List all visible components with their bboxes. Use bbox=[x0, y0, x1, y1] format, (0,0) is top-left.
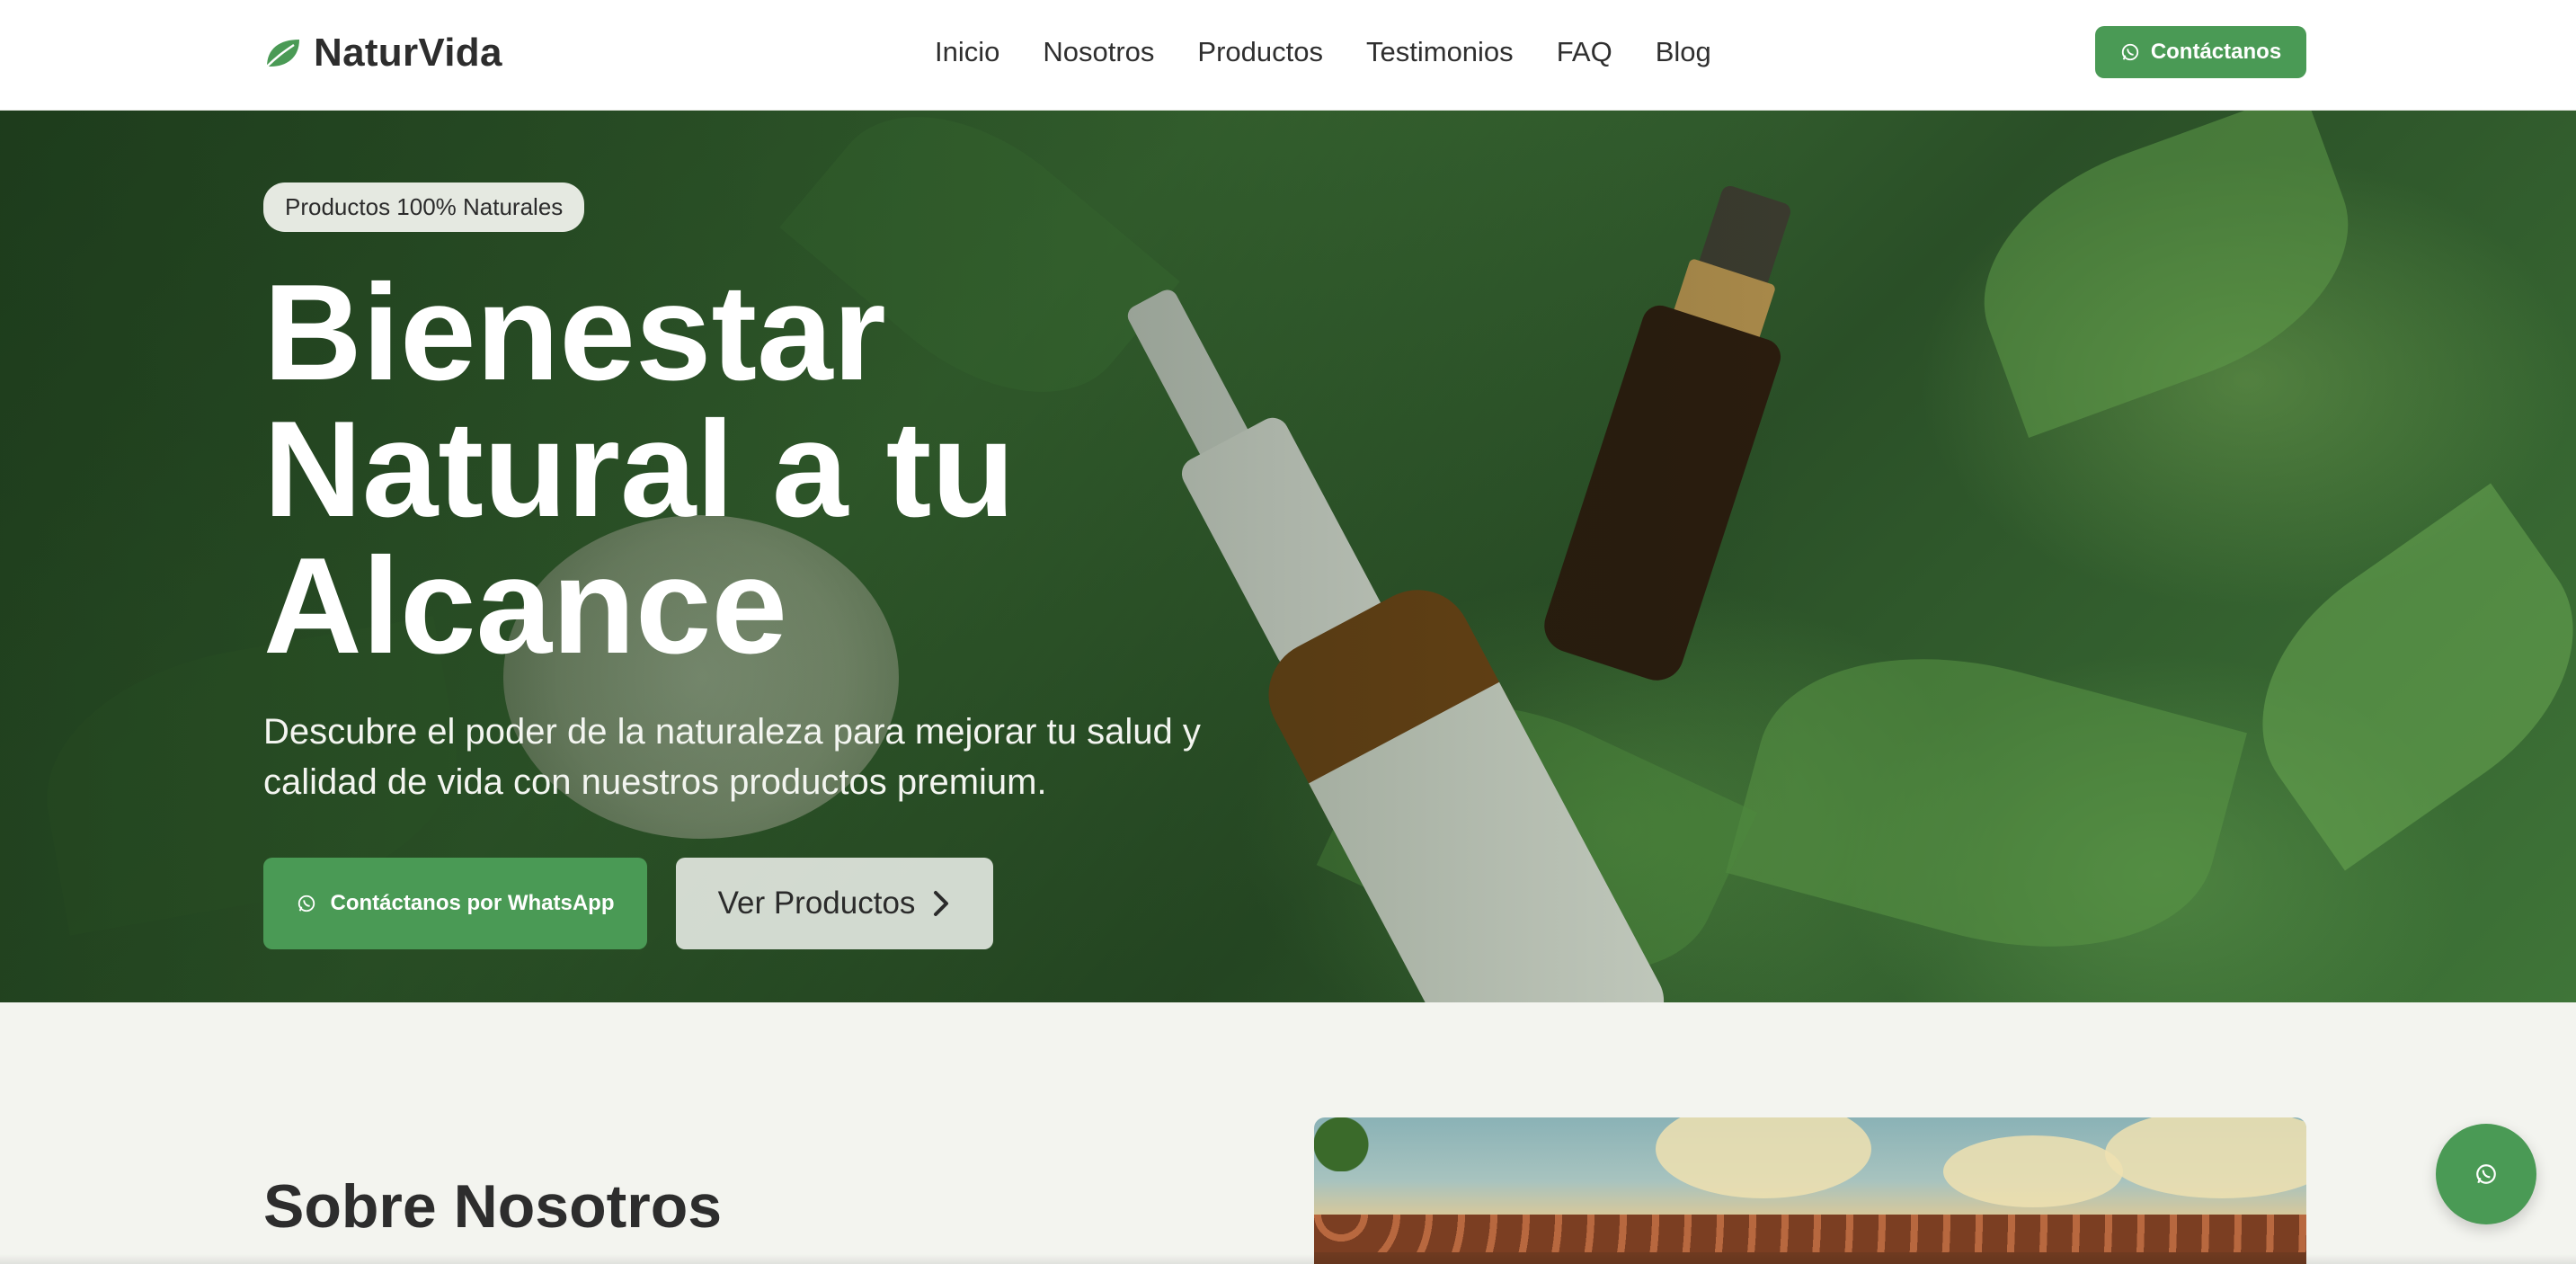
whatsapp-icon bbox=[298, 895, 315, 912]
chevron-right-icon bbox=[934, 891, 949, 916]
leaf-icon bbox=[266, 40, 299, 67]
hero-actions: Contáctanos por WhatsApp Ver Productos bbox=[263, 858, 1342, 949]
header-contact-button[interactable]: Contáctanos bbox=[2095, 26, 2306, 78]
hero-content: Productos 100% Naturales Bienestar Natur… bbox=[263, 182, 1342, 949]
nav-item-faq[interactable]: FAQ bbox=[1557, 36, 1612, 68]
brand-logo[interactable]: NaturVida bbox=[263, 31, 502, 76]
whatsapp-icon bbox=[2476, 1164, 2496, 1184]
floating-whatsapp-button[interactable] bbox=[2436, 1124, 2536, 1224]
hero-title: Bienestar Natural a tu Alcance bbox=[263, 256, 1016, 682]
view-products-label: Ver Productos bbox=[717, 886, 916, 921]
whatsapp-icon bbox=[2121, 43, 2138, 61]
nav-item-testimonios[interactable]: Testimonios bbox=[1366, 36, 1514, 68]
hero-subtitle: Descubre el poder de la naturaleza para … bbox=[263, 712, 1201, 802]
about-image bbox=[1314, 1117, 2306, 1264]
page: NaturVida Inicio Nosotros Productos Test… bbox=[0, 0, 2576, 1264]
nav-item-blog[interactable]: Blog bbox=[1656, 36, 1711, 68]
main-nav: Inicio Nosotros Productos Testimonios FA… bbox=[935, 36, 1711, 68]
hero-section: Productos 100% Naturales Bienestar Natur… bbox=[0, 111, 2576, 1002]
nav-item-inicio[interactable]: Inicio bbox=[935, 36, 999, 68]
whatsapp-contact-label: Contáctanos por WhatsApp bbox=[330, 891, 615, 915]
hero-badge: Productos 100% Naturales bbox=[263, 182, 585, 232]
brand-name: NaturVida bbox=[314, 31, 502, 75]
view-products-button[interactable]: Ver Productos bbox=[676, 858, 993, 949]
nav-item-productos[interactable]: Productos bbox=[1197, 36, 1323, 68]
header-contact-label: Contáctanos bbox=[2150, 40, 2282, 64]
nav-item-nosotros[interactable]: Nosotros bbox=[1043, 36, 1154, 68]
site-header: NaturVida Inicio Nosotros Productos Test… bbox=[0, 0, 2576, 111]
about-title: Sobre Nosotros bbox=[263, 1172, 723, 1241]
whatsapp-contact-button[interactable]: Contáctanos por WhatsApp bbox=[263, 858, 647, 949]
bottom-shadow bbox=[0, 1254, 2576, 1264]
